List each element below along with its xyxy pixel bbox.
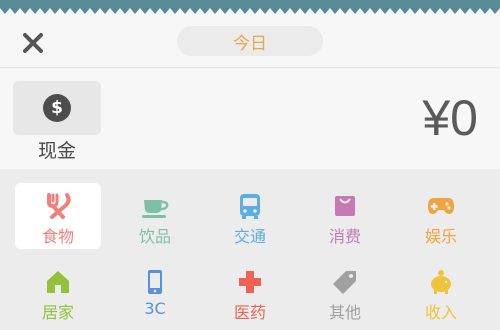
close-button[interactable] [16,26,50,60]
gamepad-icon [428,198,454,214]
dollar-coin-icon: $ [43,94,71,122]
tag-icon [333,271,356,294]
wavy-top-border [0,0,500,20]
category-label: 饮品 [138,227,171,246]
amount-display[interactable]: ¥0 [422,89,478,147]
category-label: 消费 [328,227,361,246]
category-income[interactable]: 收入 [398,259,484,325]
category-entertainment[interactable]: 娱乐 [398,183,484,249]
category-label: 其他 [328,303,361,322]
account-section: $ 现金 ¥0 [0,69,500,169]
fork-knife-icon [47,193,71,219]
date-selector[interactable]: 今日 [177,26,323,56]
cup-icon [142,200,169,218]
account-name: 现金 [37,140,76,162]
category-label: 交通 [233,227,266,246]
category-label: 居家 [41,303,74,322]
category-home[interactable]: 居家 [15,259,101,325]
category-drinks[interactable]: 饮品 [112,183,198,249]
category-grid: 食物 饮品 交通 消费 娱乐 居家 3C 医药 其他 收入 [0,169,500,330]
house-icon [47,271,69,293]
category-label: 收入 [424,303,457,322]
bus-icon [240,194,260,219]
category-other[interactable]: 其他 [302,259,388,325]
medical-cross-icon [239,271,261,293]
date-label: 今日 [233,33,267,54]
phone-icon [148,270,162,294]
category-shopping[interactable]: 消费 [302,183,388,249]
category-electronics[interactable]: 3C [112,259,198,325]
category-label: 医药 [233,303,266,322]
category-medical[interactable]: 医药 [207,259,293,325]
category-label: 食物 [41,227,74,246]
category-food[interactable]: 食物 [15,183,101,249]
category-transport[interactable]: 交通 [207,183,293,249]
piggy-bank-icon [431,270,451,294]
close-icon [23,33,43,53]
category-label: 3C [144,299,166,318]
account-selector[interactable]: $ [13,81,101,135]
category-label: 娱乐 [424,227,457,246]
shopping-bag-icon [335,196,355,216]
header-bar: 今日 [0,20,500,68]
